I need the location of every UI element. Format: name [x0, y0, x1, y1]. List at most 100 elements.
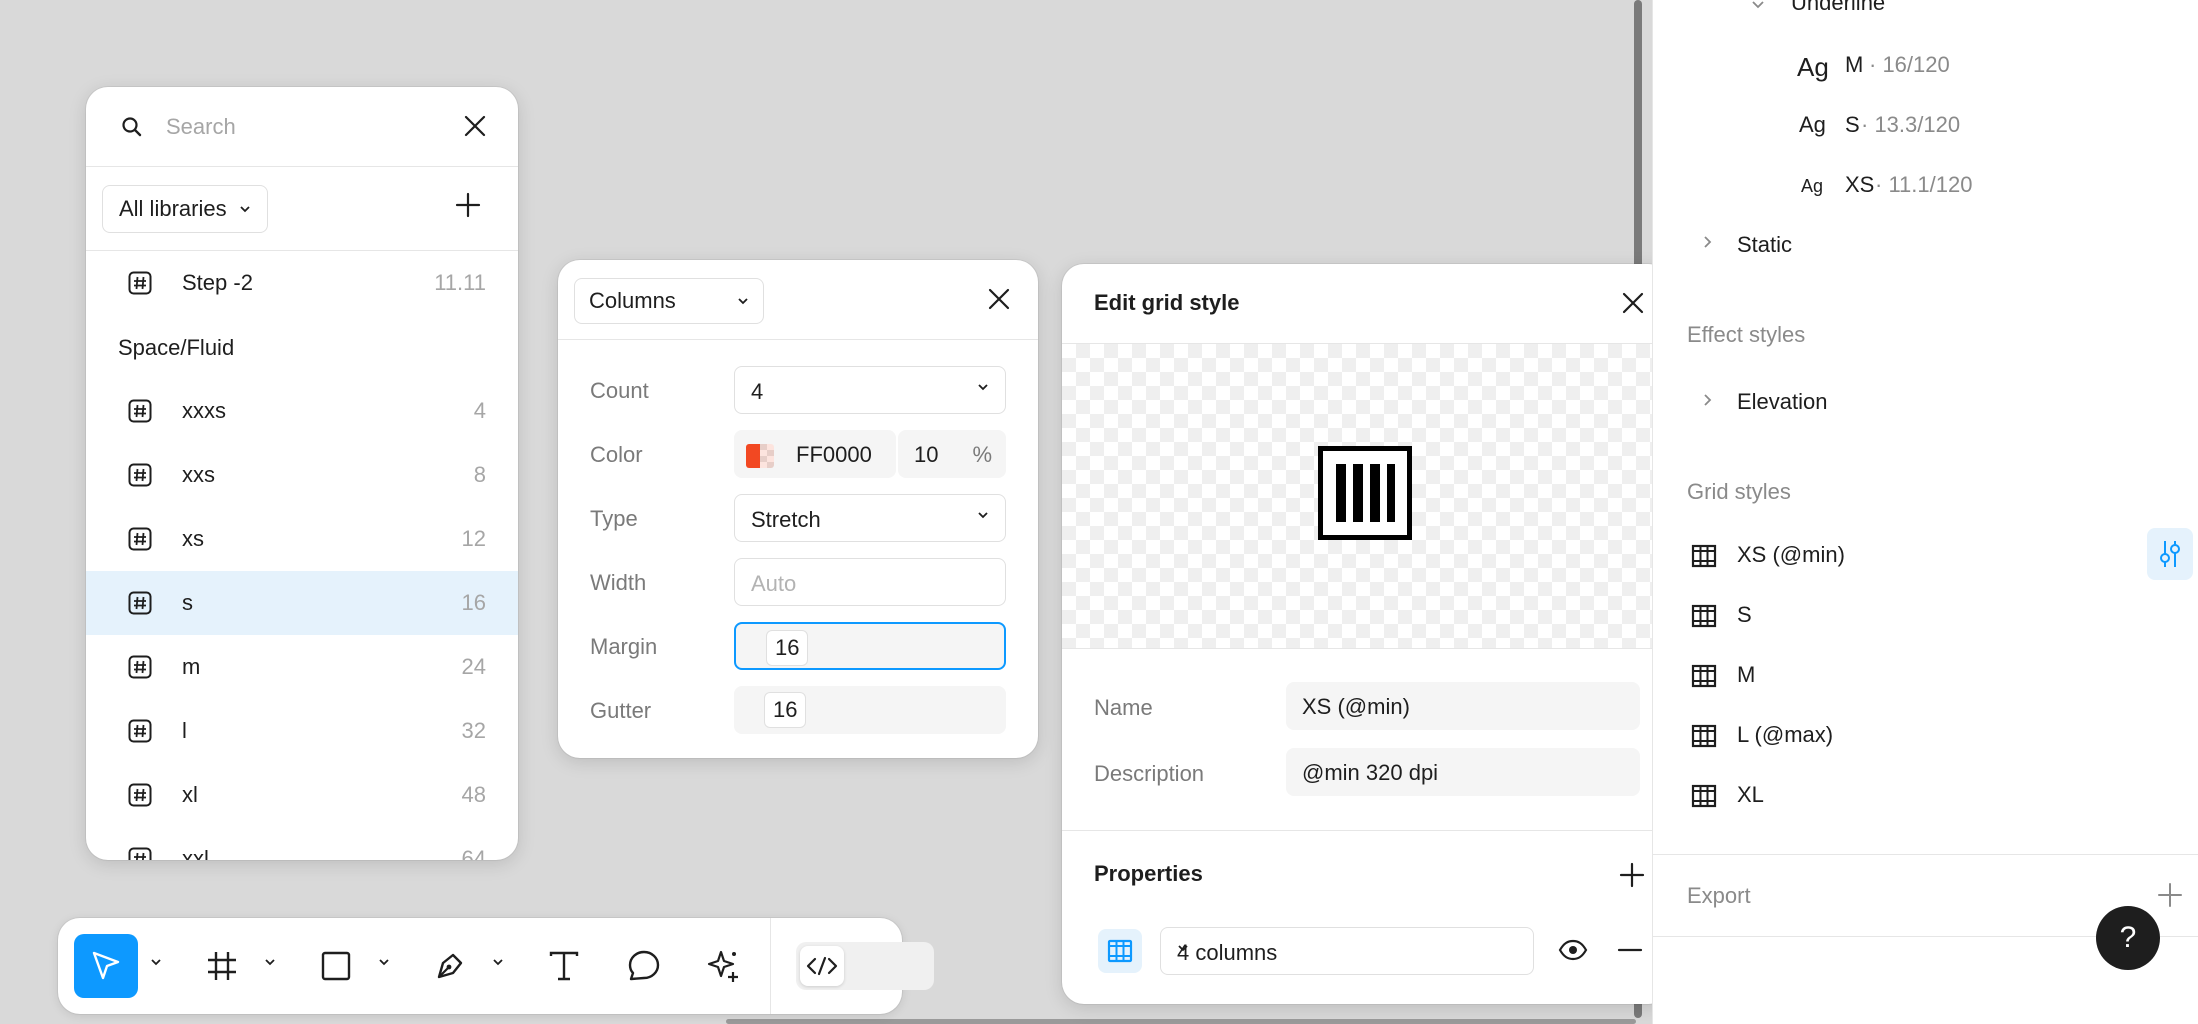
- list-item[interactable]: xxl 64: [86, 827, 518, 860]
- chevron-down-icon[interactable]: [264, 958, 276, 966]
- add-icon[interactable]: [454, 191, 482, 219]
- move-tool-button[interactable]: [74, 934, 138, 998]
- gutter-value-token[interactable]: 16: [764, 692, 807, 728]
- number-variable-icon: [128, 783, 152, 807]
- dev-mode-toggle[interactable]: [796, 942, 934, 990]
- margin-label: Margin: [590, 634, 658, 659]
- list-item-value: 32: [461, 718, 486, 743]
- list-item[interactable]: xl 48: [86, 763, 518, 827]
- column-grid-icon: [1691, 544, 1717, 568]
- list-item-name: xxl: [182, 846, 209, 860]
- chevron-right-icon[interactable]: [1703, 393, 1713, 407]
- list-item[interactable]: m 24: [86, 635, 518, 699]
- list-item-name: m: [182, 654, 201, 679]
- ai-tools-button[interactable]: [692, 934, 756, 998]
- layout-grid-settings-button[interactable]: [1098, 929, 1142, 973]
- grid-style-item[interactable]: S: [1653, 590, 2198, 640]
- library-filter-label: All libraries: [119, 196, 227, 221]
- list-item-value: 24: [461, 654, 486, 679]
- close-icon[interactable]: [1620, 290, 1646, 316]
- underline-group-label[interactable]: Underline: [1791, 0, 1885, 16]
- grid-style-name: M: [1737, 662, 1756, 687]
- grid-style-name: XS (@min): [1737, 542, 1845, 567]
- width-label: Width: [590, 570, 647, 595]
- list-item[interactable]: xs 12: [86, 507, 518, 571]
- chevron-right-icon[interactable]: [1703, 235, 1713, 249]
- library-search-row: [86, 87, 518, 167]
- close-icon[interactable]: [462, 113, 488, 139]
- rectangle-tool-button[interactable]: [304, 934, 368, 998]
- width-field[interactable]: Auto: [734, 558, 1006, 606]
- list-item-name: s: [182, 590, 193, 615]
- add-property-icon[interactable]: [1618, 861, 1646, 889]
- color-hex-field[interactable]: FF0000: [734, 430, 896, 478]
- static-group-label[interactable]: Static: [1737, 232, 1792, 258]
- canvas-horizontal-scrollbar[interactable]: [726, 1019, 1636, 1024]
- elevation-group-label[interactable]: Elevation: [1737, 389, 1828, 415]
- library-variables-panel: All libraries Step -2 11.11 Space/Fluid …: [86, 87, 518, 860]
- pen-icon: [437, 953, 463, 979]
- list-item[interactable]: xxs 8: [86, 443, 518, 507]
- grid-style-item[interactable]: M: [1653, 650, 2198, 700]
- list-item-step-2[interactable]: Step -2 11.11: [86, 251, 518, 315]
- name-label: Name: [1094, 695, 1153, 720]
- chevron-down-icon[interactable]: [150, 958, 162, 966]
- margin-value-token[interactable]: 16: [766, 630, 809, 666]
- chevron-down-icon[interactable]: [492, 958, 504, 966]
- edit-style-button[interactable]: [2147, 528, 2193, 580]
- list-item[interactable]: l 32: [86, 699, 518, 763]
- list-item[interactable]: s 16: [86, 571, 518, 635]
- type-label: Type: [590, 506, 638, 531]
- text-style-spec: · 16/120: [1869, 52, 1950, 77]
- text-style-item-xs[interactable]: Ag XS · 11.1/120: [1653, 160, 2198, 210]
- layout-type-dropdown[interactable]: Columns: [574, 278, 764, 324]
- color-hex-value: FF0000: [796, 442, 872, 467]
- gutter-field[interactable]: 16: [734, 686, 1006, 734]
- chevron-down-icon[interactable]: [1751, 0, 1765, 10]
- bottom-toolbar: [58, 918, 934, 1014]
- frame-tool-button[interactable]: [190, 934, 254, 998]
- count-dropdown[interactable]: 4: [734, 366, 1006, 414]
- text-style-item-m[interactable]: Ag M · 16/120: [1653, 40, 2198, 90]
- help-button[interactable]: ?: [2096, 906, 2160, 970]
- description-value: @min 320 dpi: [1302, 760, 1439, 785]
- count-label: Count: [590, 378, 649, 403]
- comment-tool-button[interactable]: [612, 934, 676, 998]
- list-item-name: xl: [182, 782, 198, 807]
- property-dropdown[interactable]: 4 columns: [1160, 927, 1534, 975]
- margin-field[interactable]: 16: [734, 622, 1006, 670]
- text-tool-button[interactable]: [532, 934, 596, 998]
- eye-icon[interactable]: [1558, 939, 1588, 961]
- close-icon[interactable]: [986, 286, 1012, 312]
- list-item[interactable]: xxxs 4: [86, 379, 518, 443]
- list-item-value: 64: [461, 846, 486, 860]
- list-item-value: 11.11: [434, 270, 486, 295]
- width-placeholder: Auto: [751, 571, 797, 596]
- list-item-name: Step -2: [182, 270, 253, 295]
- right-sidebar-styles-panel: Underline Ag M · 16/120 Ag S · 13.3/120 …: [1652, 0, 2198, 1024]
- code-icon: [800, 946, 844, 986]
- text-style-item-s[interactable]: Ag S · 13.3/120: [1653, 100, 2198, 150]
- add-export-icon[interactable]: [2157, 882, 2183, 908]
- description-input[interactable]: @min 320 dpi: [1286, 748, 1640, 796]
- grid-style-name: L (@max): [1737, 722, 1834, 747]
- column-grid-icon: [1691, 724, 1717, 748]
- name-input[interactable]: XS (@min): [1286, 682, 1640, 730]
- margin-row: Margin 16: [558, 622, 1038, 670]
- list-item-value: 48: [461, 782, 486, 807]
- type-dropdown[interactable]: Stretch: [734, 494, 1006, 542]
- color-swatch[interactable]: [746, 444, 774, 468]
- remove-property-icon[interactable]: [1616, 939, 1644, 961]
- opacity-unit: %: [972, 442, 992, 467]
- layout-grid-settings-popover: Columns Count 4 Color FF0000 10 % Type S…: [558, 260, 1038, 758]
- grid-style-item[interactable]: XL: [1653, 770, 2198, 820]
- export-title: Export: [1687, 883, 1751, 908]
- grid-style-item[interactable]: XS (@min): [1653, 530, 2198, 580]
- grid-style-item[interactable]: L (@max): [1653, 710, 2198, 760]
- pen-tool-button[interactable]: [418, 934, 482, 998]
- library-filter-dropdown[interactable]: All libraries: [102, 185, 268, 233]
- color-opacity-field[interactable]: 10 %: [898, 430, 1006, 478]
- chevron-down-icon[interactable]: [378, 958, 390, 966]
- library-search-input[interactable]: [166, 105, 446, 149]
- list-item-value: 8: [473, 462, 486, 487]
